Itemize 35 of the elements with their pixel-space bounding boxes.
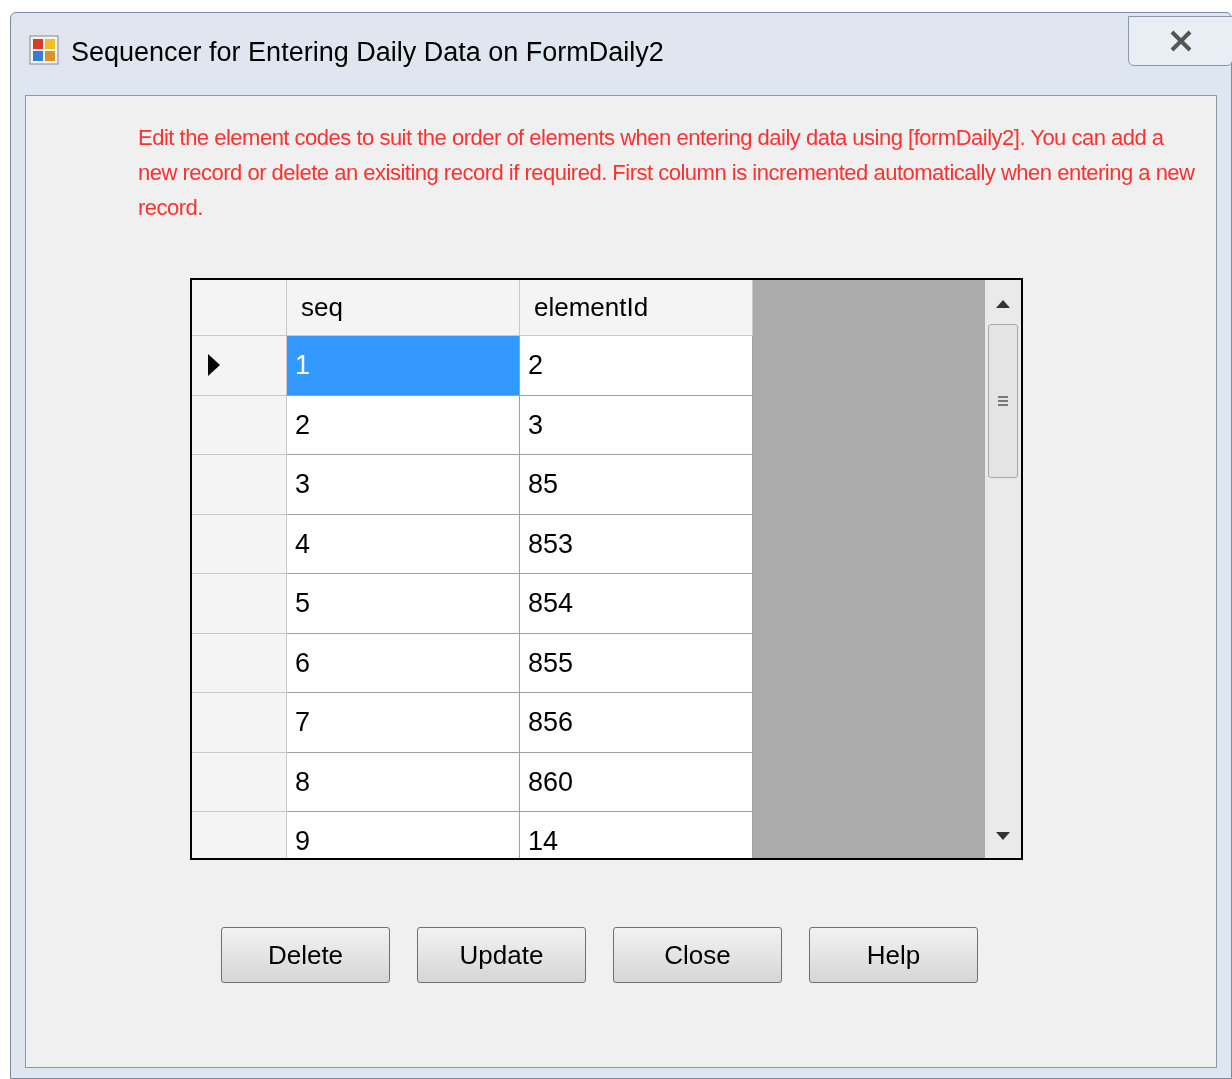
table-cell: 854	[520, 574, 753, 634]
table-cell: 855	[520, 633, 753, 693]
close-button[interactable]	[1128, 16, 1232, 66]
column-header[interactable]: seq	[287, 280, 520, 336]
table-cell: 3	[520, 395, 753, 455]
close-icon	[1168, 30, 1193, 52]
table-cell: 9	[287, 812, 520, 858]
dialog-button[interactable]: Close	[613, 927, 782, 983]
scroll-up-icon[interactable]	[996, 300, 1010, 308]
dialog-button[interactable]: Help	[809, 927, 978, 983]
app-icon	[29, 35, 59, 65]
table-cell: 8	[287, 752, 520, 812]
table-cell: 853	[520, 514, 753, 574]
dialog-button[interactable]: Update	[417, 927, 586, 983]
scrollbar[interactable]	[985, 280, 1021, 858]
table-cell: 4	[287, 514, 520, 574]
table-cell: 856	[520, 693, 753, 753]
table-cell: 860	[520, 752, 753, 812]
table-cell: 85	[520, 455, 753, 515]
table-cell: 2	[287, 395, 520, 455]
table-cell: 7	[287, 693, 520, 753]
row-header[interactable]	[192, 336, 287, 396]
table-cell: 1	[287, 336, 520, 396]
window-title: Sequencer for Entering Daily Data on FormDaily2	[71, 36, 664, 69]
table-cell: 6	[287, 633, 520, 693]
grip-icon	[997, 395, 1009, 407]
table-cell: 3	[287, 455, 520, 515]
instructions-text: Edit the element codes to suit the order of elements when entering daily data using [formDaily2]. You can add a new record or delete an exisiting record if required. First column is incremented automatically when entering a new record.	[138, 124, 1196, 222]
scroll-thumb[interactable]	[988, 324, 1018, 478]
table-cell: 14	[520, 812, 753, 858]
table-cell: 5	[287, 574, 520, 634]
dialog-button[interactable]: Delete	[221, 927, 390, 983]
table-cell: 2	[520, 336, 753, 396]
scroll-down-icon[interactable]	[996, 832, 1010, 840]
column-header[interactable]: elementId	[520, 280, 753, 336]
